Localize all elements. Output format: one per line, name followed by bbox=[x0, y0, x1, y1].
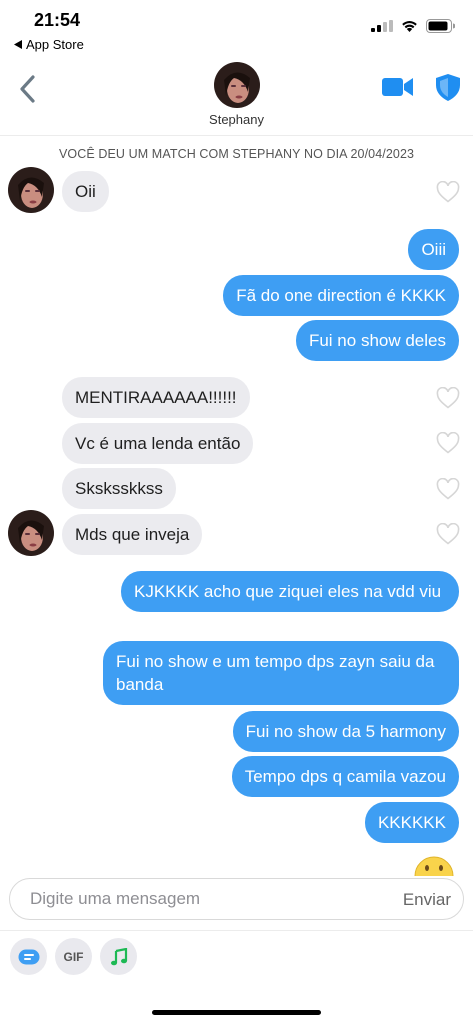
emoji-reaction-icon bbox=[414, 856, 454, 876]
toolbar-divider bbox=[0, 930, 473, 931]
home-indicator[interactable] bbox=[152, 1010, 321, 1015]
sticker-button[interactable] bbox=[10, 938, 47, 975]
message-input[interactable] bbox=[30, 879, 370, 919]
message-incoming[interactable]: Oii bbox=[62, 171, 109, 212]
sticker-icon bbox=[18, 949, 39, 964]
message-incoming[interactable]: MENTIRAAAAAA!!!!!! bbox=[62, 377, 250, 418]
message-outgoing[interactable]: Fui no show da 5 harmony bbox=[232, 711, 459, 752]
heart-outline-icon[interactable] bbox=[436, 387, 460, 409]
chevron-left-icon bbox=[20, 75, 35, 103]
back-triangle-icon bbox=[14, 40, 22, 49]
back-to-app-link[interactable]: App Store bbox=[14, 37, 84, 52]
music-button[interactable] bbox=[100, 938, 137, 975]
header-avatar[interactable] bbox=[214, 62, 260, 108]
message-outgoing[interactable]: Oiii bbox=[408, 229, 459, 270]
heart-outline-icon[interactable] bbox=[436, 478, 460, 500]
heart-outline-icon[interactable] bbox=[436, 181, 460, 203]
battery-icon bbox=[426, 19, 455, 33]
message-incoming[interactable]: Mds que inveja bbox=[62, 514, 203, 555]
message-outgoing[interactable]: Tempo dps q camila vazou bbox=[231, 756, 459, 797]
chat-header: Stephany bbox=[0, 56, 473, 136]
chat-avatar[interactable] bbox=[8, 167, 54, 213]
back-app-label: App Store bbox=[26, 37, 84, 52]
gif-icon: GIF bbox=[63, 949, 84, 964]
chat-avatar[interactable] bbox=[8, 510, 54, 556]
music-note-icon bbox=[110, 947, 127, 965]
message-outgoing[interactable]: Fã do one direction é KKKK bbox=[223, 275, 459, 316]
safety-button[interactable] bbox=[436, 74, 460, 106]
message-outgoing[interactable]: KJKKKK acho que ziquei eles na vdd viu bbox=[121, 571, 459, 612]
video-call-button[interactable] bbox=[382, 76, 414, 103]
match-date-text: VOCÊ DEU UM MATCH COM STEPHANY NO DIA 20… bbox=[58, 147, 415, 161]
cellular-signal-icon bbox=[371, 20, 393, 32]
message-outgoing[interactable]: KKKKKK bbox=[364, 802, 459, 843]
heart-outline-icon[interactable] bbox=[436, 523, 460, 545]
heart-outline-icon[interactable] bbox=[436, 432, 460, 454]
status-time: 21:54 bbox=[34, 10, 81, 30]
message-incoming[interactable]: Sksksskkss bbox=[62, 468, 176, 509]
message-outgoing[interactable]: Fui no show deles bbox=[295, 320, 459, 361]
message-incoming[interactable]: Vc é uma lenda então bbox=[62, 423, 254, 464]
message-outgoing[interactable]: Fui no show e um tempo dps zayn saiu da … bbox=[103, 641, 459, 705]
wifi-icon bbox=[402, 21, 417, 32]
gif-button[interactable]: GIF bbox=[55, 938, 92, 975]
shield-icon bbox=[436, 74, 460, 101]
status-icons bbox=[371, 19, 455, 33]
header-name[interactable]: Stephany bbox=[0, 112, 473, 127]
back-button[interactable] bbox=[12, 72, 42, 106]
message-composer: Enviar bbox=[9, 878, 464, 920]
video-camera-icon bbox=[382, 78, 413, 96]
send-button[interactable]: Enviar bbox=[403, 890, 451, 910]
